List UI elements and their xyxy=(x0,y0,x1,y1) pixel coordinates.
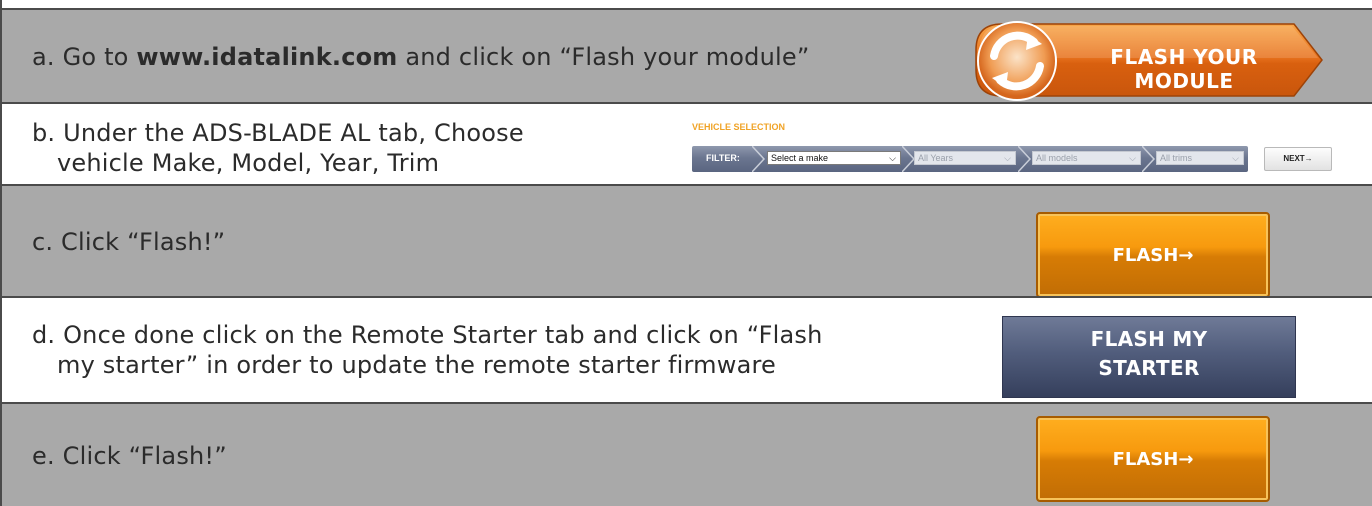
vehicle-selection-widget: VEHICLE SELECTION FILTER: Select a make ⌵… xyxy=(692,122,1332,182)
step-a-text: a. Go to www.idatalink.com and click on … xyxy=(32,42,810,72)
flash-my-starter-line1: FLASH MY xyxy=(1090,327,1208,351)
vehicle-selection-title: VEHICLE SELECTION xyxy=(692,122,786,132)
flash-button-label: FLASH→ xyxy=(1112,245,1194,266)
step-d-line2: my starter” in order to update the remot… xyxy=(57,351,776,379)
step-a-prefix: a. Go to xyxy=(32,43,137,71)
instruction-steps: a. Go to www.idatalink.com and click on … xyxy=(0,0,1372,506)
years-select[interactable]: All Years ⌵ xyxy=(914,151,1016,165)
step-d-row: d. Once done click on the Remote Starter… xyxy=(2,296,1372,404)
step-a-row: a. Go to www.idatalink.com and click on … xyxy=(2,8,1372,104)
filter-separator-icon xyxy=(1142,146,1156,172)
step-c-row: c. Click “Flash!” FLASH→ xyxy=(2,184,1372,298)
step-c-text: c. Click “Flash!” xyxy=(32,228,226,256)
step-a-suffix: and click on “Flash your module” xyxy=(397,43,810,71)
step-b-line2: vehicle Make, Model, Year, Trim xyxy=(57,149,440,177)
models-select[interactable]: All models ⌵ xyxy=(1032,151,1141,165)
make-select-value: Select a make xyxy=(771,153,829,163)
flash-my-starter-button[interactable]: FLASH MY STARTER xyxy=(1002,316,1296,398)
flash-your-module-button[interactable]: FLASH YOUR MODULE xyxy=(972,21,1332,101)
chevron-down-icon: ⌵ xyxy=(1232,153,1239,163)
make-select[interactable]: Select a make ⌵ xyxy=(767,151,901,165)
step-b-text: b. Under the ADS-BLADE AL tab, Choose ve… xyxy=(32,118,524,178)
next-button[interactable]: NEXT→ xyxy=(1264,147,1332,171)
step-b-row: b. Under the ADS-BLADE AL tab, Choose ve… xyxy=(2,102,1372,186)
step-e-row: e. Click “Flash!” FLASH→ xyxy=(2,402,1372,506)
filter-label: FILTER: xyxy=(706,153,740,163)
chevron-down-icon: ⌵ xyxy=(889,153,896,163)
step-d-text: d. Once done click on the Remote Starter… xyxy=(32,320,823,380)
models-select-value: All models xyxy=(1036,153,1078,163)
idatalink-link[interactable]: www.idatalink.com xyxy=(136,43,397,71)
filter-separator-icon xyxy=(752,146,766,172)
filter-bar: FILTER: Select a make ⌵ All Years ⌵ All mo… xyxy=(692,146,1248,172)
step-b-line1: b. Under the ADS-BLADE AL tab, Choose xyxy=(32,119,524,147)
years-select-value: All Years xyxy=(918,153,954,163)
step-d-line1: d. Once done click on the Remote Starter… xyxy=(32,321,823,349)
filter-separator-icon xyxy=(1018,146,1032,172)
flash-your-module-label: FLASH YOUR MODULE xyxy=(1110,45,1258,93)
flash-my-starter-line2: STARTER xyxy=(1098,356,1200,380)
step-e-text: e. Click “Flash!” xyxy=(32,442,227,470)
chevron-down-icon: ⌵ xyxy=(1129,153,1136,163)
refresh-icon xyxy=(977,21,1057,101)
chevron-down-icon: ⌵ xyxy=(1004,153,1011,163)
trims-select[interactable]: All trims ⌵ xyxy=(1156,151,1244,165)
flash-my-starter-label: FLASH MY STARTER xyxy=(1003,325,1295,383)
trims-select-value: All trims xyxy=(1160,153,1192,163)
flash-button[interactable]: FLASH→ xyxy=(1036,212,1270,298)
flash-button-label: FLASH→ xyxy=(1112,449,1194,470)
flash-button[interactable]: FLASH→ xyxy=(1036,416,1270,502)
